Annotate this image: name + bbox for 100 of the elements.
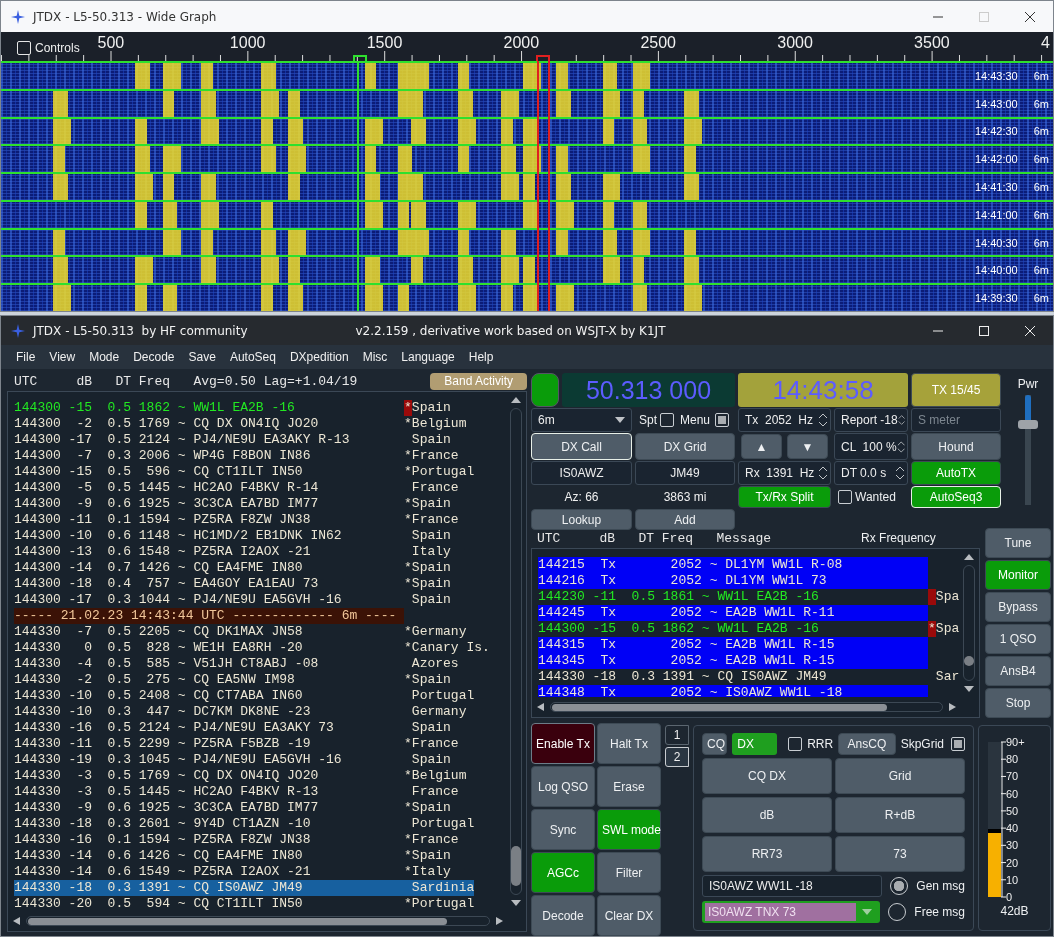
action-button[interactable]: Halt Tx <box>597 723 661 764</box>
lookup-button[interactable]: Lookup <box>531 509 632 530</box>
tx-frequency-spinbox[interactable]: Tx 2052 Hz <box>738 408 831 432</box>
radio-button[interactable] <box>890 877 909 896</box>
spin-arrows-icon[interactable] <box>818 464 828 482</box>
dt-spinbox[interactable]: DT 0.0 s <box>834 461 908 485</box>
decode-row[interactable]: 144300 -13 0.6 1548 ~ PZ5RA I2AOX -21 Italy <box>14 544 451 560</box>
scroll-left-icon[interactable] <box>12 917 22 925</box>
menu-item[interactable]: View <box>42 350 83 364</box>
decode-row[interactable]: 144330 -16 0.1 1594 ~ PZ5RA F8ZW JN38 *France <box>14 832 459 848</box>
decode-row[interactable]: 144330 -18 0.3 2601 ~ 9Y4D CT1AZN -10 Portugal <box>14 816 475 832</box>
message-button[interactable]: CQ DX <box>702 758 832 795</box>
menu-item[interactable]: DXpedition <box>282 350 356 364</box>
decode-row[interactable]: 144330 -18 0.3 1391 ~ CQ IS0AWZ JM49 Sar <box>538 669 959 685</box>
dx-grid-button[interactable]: DX Grid <box>635 433 735 460</box>
message-field[interactable]: IS0AWZ WW1L -18 <box>702 875 883 898</box>
cl-spinbox[interactable]: CL 100 % <box>834 433 908 460</box>
menu-item[interactable]: File <box>9 350 43 364</box>
add-button[interactable]: Add <box>635 509 735 530</box>
action-button[interactable]: Enable Tx <box>531 723 595 764</box>
decode-row[interactable]: 144300 -17 0.3 1044 ~ PJ4/NE9U EA5GVH -16 Spain <box>14 592 451 608</box>
power-slider-thumb[interactable] <box>1018 420 1038 430</box>
close-icon[interactable] <box>1025 11 1035 22</box>
action-button[interactable]: SWL mode <box>597 809 661 850</box>
message-button[interactable]: Grid <box>835 758 965 795</box>
decode-row[interactable]: 144330 -14 0.6 1549 ~ PZ5RA I2AOX -21 *Italy <box>14 864 451 880</box>
decode-row[interactable]: 144330 -3 0.5 1445 ~ HC2AO F4BKV R-13 France <box>14 784 459 800</box>
decode-row[interactable]: 144330 -10 0.5 2408 ~ CQ CT7ABA IN60 Portugal <box>14 688 475 704</box>
scroll-up-icon[interactable] <box>511 396 521 404</box>
menu-item[interactable]: Save <box>181 350 223 364</box>
message-button[interactable]: 73 <box>835 836 965 873</box>
tab[interactable]: 1 <box>665 725 689 745</box>
decode-row[interactable]: 144330 -19 0.3 1045 ~ PJ4/NE9U EA5GVH -16 Spain <box>14 752 451 768</box>
scroll-down-icon[interactable] <box>511 899 521 907</box>
cq-button[interactable]: CQ <box>702 733 728 756</box>
action-button[interactable]: AGCc <box>531 852 595 893</box>
rx-frequency-spinbox[interactable]: Rx 1391 Hz <box>738 461 831 485</box>
action-button[interactable]: Erase <box>597 766 661 807</box>
decode-row[interactable]: 144300 -15 0.5 1862 ~ WW1L EA2B -16 *Spa <box>538 621 959 637</box>
band-select[interactable]: 6m <box>531 408 632 432</box>
dx-grid-field[interactable]: JM49 <box>635 461 735 485</box>
tab[interactable]: 2 <box>665 747 689 767</box>
side-button[interactable]: Monitor <box>985 560 1051 590</box>
action-button[interactable]: Log QSO <box>531 766 595 807</box>
scrollbar-thumb[interactable] <box>28 917 447 925</box>
autoseq-button[interactable]: AutoSeq3 <box>911 486 1001 508</box>
side-button[interactable]: Tune <box>985 528 1051 558</box>
decode-row[interactable]: 144330 -11 0.5 2299 ~ PZ5RA F5BZB -19 *France <box>14 736 459 752</box>
side-button[interactable]: AnsB4 <box>985 656 1051 686</box>
wanted-checkbox[interactable] <box>838 490 852 504</box>
scrollbar-thumb[interactable] <box>964 656 974 666</box>
action-button[interactable]: Clear DX <box>597 895 661 936</box>
caret-icon[interactable] <box>615 417 625 423</box>
action-button[interactable]: Filter <box>597 852 661 893</box>
decode-row[interactable]: 144300 -15 0.5 1862 ~ WW1L EA2B -16 *Spain <box>14 400 451 416</box>
side-button[interactable]: Bypass <box>985 592 1051 622</box>
controls-checkbox[interactable] <box>17 41 31 55</box>
hound-button[interactable]: Hound <box>911 433 1001 460</box>
dx-call-button[interactable]: DX Call <box>531 433 632 460</box>
decode-row[interactable]: 144330 -2 0.5 275 ~ CQ EA5NW IM98 *Spain <box>14 672 451 688</box>
s-meter-field[interactable]: S meter <box>911 408 1001 432</box>
decode-row[interactable]: 144300 -14 0.7 1426 ~ CQ EA4FME IN80 *Spain <box>14 560 451 576</box>
decode-row[interactable]: 144330 -20 0.5 594 ~ CQ CT1ILT IN50 *Portugal <box>14 896 475 911</box>
decode-row[interactable]: 144300 -17 0.5 2124 ~ PJ4/NE9U EA3AKY R-13 Spain <box>14 432 451 448</box>
spin-arrows-icon[interactable] <box>818 411 828 429</box>
spin-arrows-icon[interactable] <box>895 464 905 482</box>
message-button[interactable]: R+dB <box>835 797 965 834</box>
decode-row[interactable]: 144330 -18 0.3 1391 ~ CQ IS0AWZ JM49 Sardinia <box>14 880 475 896</box>
decode-row[interactable]: 144300 -15 0.5 596 ~ CQ CT1ILT IN50 *Portugal <box>14 464 475 480</box>
decode-row[interactable]: 144300 -7 0.3 2006 ~ WP4G F8BON IN86 *France <box>14 448 459 464</box>
frequency-down-button[interactable]: ▼ <box>787 434 828 459</box>
action-button[interactable]: Sync <box>531 809 595 850</box>
message-button[interactable]: dB <box>702 797 832 834</box>
decode-row[interactable]: 144330 -16 0.5 2124 ~ PJ4/NE9U EA3AKY 73 Spain <box>14 720 451 736</box>
decode-row[interactable]: 144300 -5 0.5 1445 ~ HC2AO F4BKV R-14 France <box>14 480 459 496</box>
menu-item[interactable]: Misc <box>355 350 395 364</box>
decode-row[interactable]: 144300 -9 0.6 1925 ~ 3C3CA EA7BD IM77 *Spain <box>14 496 451 512</box>
decode-row[interactable]: 144330 -14 0.6 1426 ~ CQ EA4FME IN80 *Spain <box>14 848 451 864</box>
scroll-left-icon[interactable] <box>536 703 546 711</box>
scroll-right-icon[interactable] <box>947 703 957 711</box>
decode-row[interactable]: 144300 -10 0.6 1148 ~ HC1MD/2 EB1DNK IN62 Spain <box>14 528 451 544</box>
menu-item[interactable]: Decode <box>126 350 182 364</box>
decode-row[interactable]: 144330 -4 0.5 585 ~ V51JH CT8ABJ -08 Azores <box>14 656 459 672</box>
decode-row[interactable]: 144330 -10 0.3 447 ~ DC7KM DK8NE -23 Germany <box>14 704 467 720</box>
skpgrid-checkbox[interactable] <box>951 737 965 752</box>
menu-checkbox[interactable] <box>715 413 730 427</box>
menu-item[interactable]: Language <box>394 350 462 364</box>
report-spinbox[interactable]: Report -18 <box>834 408 908 432</box>
decode-row[interactable]: 144300 -2 0.5 1769 ~ CQ DX ON4IQ JO20 *Belgium <box>14 416 467 432</box>
scroll-down-icon[interactable] <box>964 685 974 693</box>
message-button[interactable]: RR73 <box>702 836 832 873</box>
decode-row[interactable]: 144330 0 0.5 828 ~ WE1H EA8RH -20 *Canary Is. <box>14 640 490 656</box>
scrollbar-thumb[interactable] <box>552 703 887 711</box>
menu-item[interactable]: Help <box>461 350 501 364</box>
decode-row[interactable]: 144300 -18 0.4 757 ~ EA4GOY EA1EAU 73 *Spain <box>14 576 451 592</box>
decode-row[interactable]: 144300 -11 0.1 1594 ~ PZ5RA F8ZW JN38 *France <box>14 512 459 528</box>
scroll-up-icon[interactable] <box>964 553 974 561</box>
menu-item[interactable]: Mode <box>82 350 127 364</box>
split-button[interactable]: Tx/Rx Split <box>738 486 831 508</box>
decode-row[interactable]: 144330 -7 0.5 2205 ~ CQ DK1MAX JN58 *Germany <box>14 624 467 640</box>
